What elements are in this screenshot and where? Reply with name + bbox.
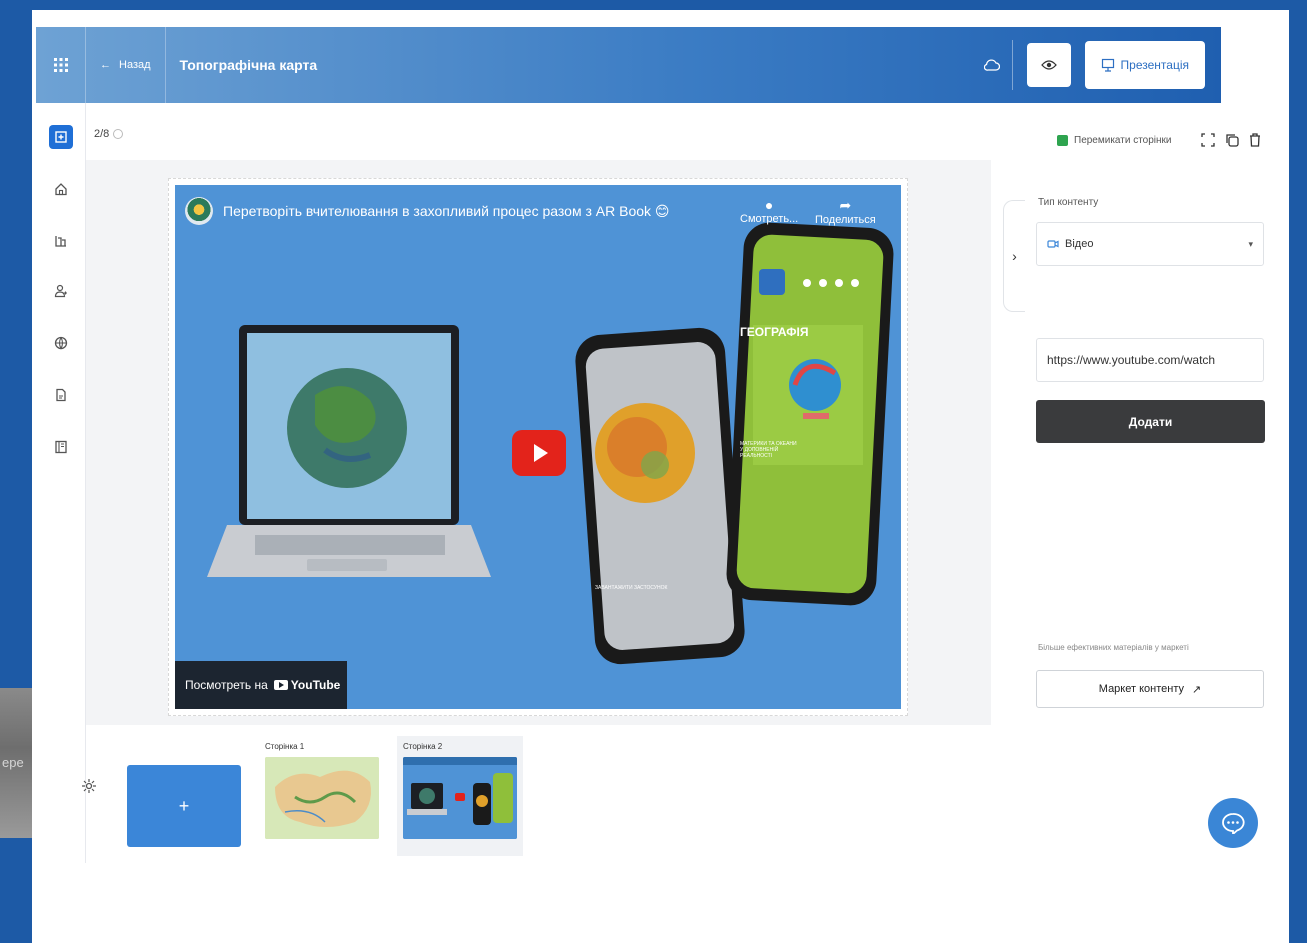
preview-button[interactable] <box>1026 43 1071 87</box>
phone-subcaption: МАТЕРИКИ ТА ОКЕАНИ У ДОПОВНЕНІЙ РЕАЛЬНОС… <box>740 441 797 459</box>
add-button[interactable]: Додати <box>1036 400 1265 443</box>
presentation-label: Презентація <box>1120 58 1189 72</box>
eye-icon <box>1040 60 1057 70</box>
video-camera-icon <box>1047 240 1059 248</box>
clock-icon: ● <box>764 197 774 213</box>
watch-on-youtube-link[interactable]: Посмотреть на YouTube <box>175 661 347 709</box>
page-actions <box>1200 132 1262 148</box>
slide-thumbnail[interactable]: Сторінка 1 <box>259 736 385 856</box>
page-title: Топографічна карта <box>179 57 318 73</box>
arrow-left-icon: ← <box>100 59 111 71</box>
swap-pages-toggle[interactable]: Перемикати сторінки <box>1057 135 1172 146</box>
external-arrow-icon: ↗ <box>1191 683 1202 696</box>
slide-label: Сторінка 2 <box>403 742 443 751</box>
checkbox-checked-icon[interactable] <box>1057 135 1068 146</box>
video-embed[interactable]: Перетворіть вчителювання в захопливий пр… <box>168 178 908 716</box>
cloud-sync-icon[interactable] <box>973 40 1013 90</box>
page-counter: 2/8 <box>94 128 124 140</box>
book-icon[interactable] <box>49 435 73 459</box>
swap-pages-label: Перемикати сторінки <box>1074 135 1172 146</box>
video-title: Перетворіть вчителювання в захопливий пр… <box>223 202 670 219</box>
globe-icon[interactable] <box>49 331 73 355</box>
home-icon[interactable] <box>49 177 73 201</box>
presentation-icon <box>1101 58 1114 72</box>
share-label: Поделиться <box>815 214 876 226</box>
library-icon[interactable] <box>49 229 73 253</box>
trash-icon[interactable] <box>1248 132 1262 148</box>
play-button[interactable] <box>512 430 566 476</box>
map-thumbnail-image <box>265 757 379 839</box>
back-label: Назад <box>119 59 151 71</box>
chevron-down-icon: ▾ <box>1248 238 1253 249</box>
info-icon[interactable] <box>113 129 124 139</box>
phone-small-caption: ЗАВАНТАЖИТИ ЗАСТОСУНОК <box>595 585 668 591</box>
phone-caption: ГЕОГРАФІЯ <box>740 325 809 339</box>
content-market-button[interactable]: Маркет контенту ↗ <box>1036 670 1264 708</box>
backdrop-text: ере <box>2 755 24 770</box>
market-button-label: Маркет контенту <box>1098 683 1184 695</box>
frame-icon[interactable] <box>1200 132 1216 148</box>
share-arrow-icon: ➦ <box>839 197 852 213</box>
apps-grid-icon[interactable] <box>36 27 86 103</box>
slide-label: Сторінка 1 <box>265 742 305 751</box>
add-slide-button[interactable]: + <box>127 765 241 847</box>
document-icon[interactable] <box>49 383 73 407</box>
video-thumbnail-image <box>403 757 517 839</box>
copy-icon[interactable] <box>1224 132 1240 148</box>
video-header: Перетворіть вчителювання в захопливий пр… <box>185 197 670 225</box>
watch-label: Смотреть... <box>740 213 799 225</box>
watch-later-button[interactable]: ● Смотреть... <box>740 197 798 225</box>
youtube-logo-icon: YouTube <box>273 678 341 692</box>
video-player[interactable]: Перетворіть вчителювання в захопливий пр… <box>175 185 901 709</box>
users-icon[interactable] <box>49 279 73 303</box>
chat-bubble-icon <box>1222 813 1245 834</box>
add-content-icon[interactable] <box>49 125 73 149</box>
content-type-value: Відео <box>1065 238 1094 250</box>
back-button[interactable]: ← Назад <box>86 27 166 103</box>
left-sidebar <box>36 103 86 863</box>
content-type-select[interactable]: Відео ▾ <box>1036 222 1264 266</box>
panel-collapse-toggle[interactable]: › <box>1003 200 1025 312</box>
chevron-right-icon: › <box>1012 248 1017 264</box>
video-url-input[interactable] <box>1036 338 1264 382</box>
content-type-label: Тип контенту <box>1038 197 1099 208</box>
market-hint: Більше ефективних матеріалів у маркеті <box>1038 643 1189 652</box>
share-button[interactable]: ➦ Поделиться <box>815 197 876 226</box>
channel-logo-icon <box>185 197 213 225</box>
chat-button[interactable] <box>1208 798 1258 848</box>
presentation-button[interactable]: Презентація <box>1084 41 1205 89</box>
slide-thumbnail-selected[interactable]: Сторінка 2 <box>397 736 523 856</box>
youtube-label: YouTube <box>290 678 341 692</box>
page-counter-text: 2/8 <box>94 128 110 140</box>
watch-on-label: Посмотреть на <box>185 678 268 692</box>
top-bar: ← Назад Топографічна карта Презентація <box>36 27 1221 103</box>
